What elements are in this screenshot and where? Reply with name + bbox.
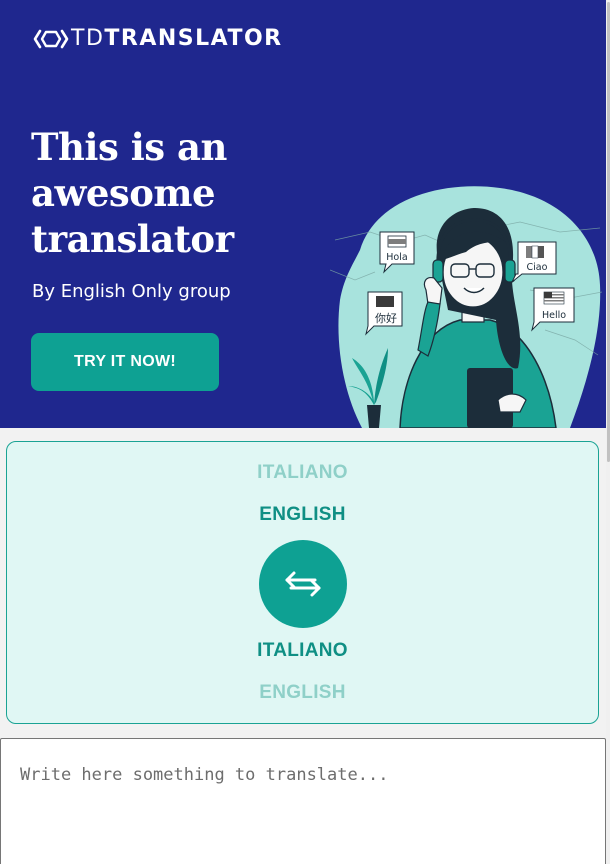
translate-input[interactable] [0, 738, 606, 864]
hero-subtitle: By English Only group [32, 281, 231, 302]
target-option-english[interactable]: ENGLISH [7, 682, 598, 704]
svg-text:Hello: Hello [542, 310, 566, 321]
swap-arrows-icon [285, 571, 321, 597]
svg-text:你好: 你好 [375, 311, 397, 325]
source-option-italiano[interactable]: ITALIANO [7, 462, 598, 484]
hero-banner: TDTRANSLATOR This is an awesome translat… [0, 0, 606, 428]
target-option-italiano[interactable]: ITALIANO [7, 640, 598, 662]
try-it-now-button[interactable]: TRY IT NOW! [31, 333, 219, 391]
swap-languages-button[interactable] [259, 540, 347, 628]
logo[interactable]: TDTRANSLATOR [33, 26, 283, 51]
translator-illustration: Hola Ciao 你好 Hello [330, 186, 603, 428]
language-selector-panel: ITALIANO ENGLISH ITALIANO ENGLISH [6, 441, 599, 724]
logo-prefix: TD [71, 26, 105, 51]
source-option-english[interactable]: ENGLISH [7, 504, 598, 526]
logo-name: TRANSLATOR [104, 26, 283, 51]
hero-title: This is an awesome translator [31, 125, 234, 261]
code-brackets-icon [33, 29, 69, 48]
svg-text:Hola: Hola [386, 252, 407, 263]
svg-text:Ciao: Ciao [527, 262, 548, 273]
